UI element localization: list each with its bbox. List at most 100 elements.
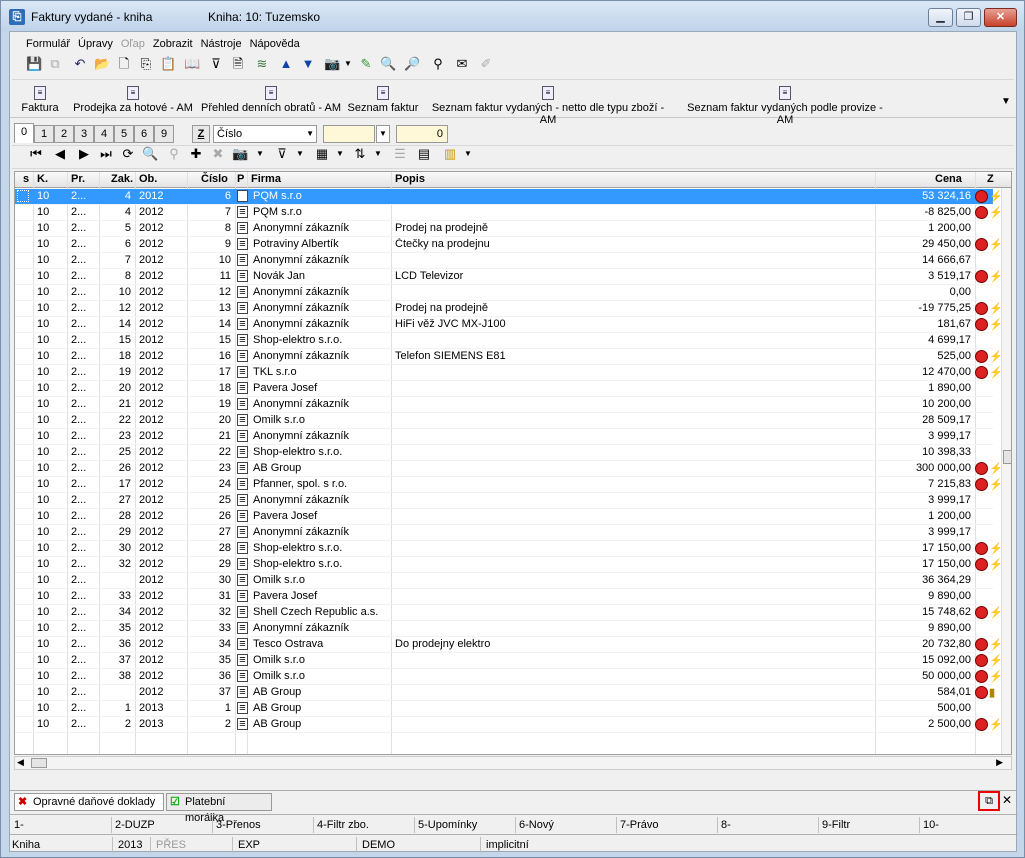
add-record-icon[interactable]: ✚ xyxy=(188,146,204,162)
col-z[interactable]: Z xyxy=(987,173,994,185)
tab-6[interactable]: 6 xyxy=(134,125,154,143)
col-cena[interactable]: Cena xyxy=(935,173,962,185)
filter-dropdown-button[interactable]: ▼ xyxy=(376,125,390,143)
table-row[interactable]: 10 2... 28 2012 26 ≡ Pavera Josef 1 200,00 xyxy=(15,509,993,525)
table-row[interactable]: 10 2... 22 2012 20 ≡ Omilk s.r.o 28 509,17 xyxy=(15,413,993,429)
col-ob[interactable]: Ob. xyxy=(139,173,157,185)
save-as-icon[interactable]: ⧉ xyxy=(47,56,63,72)
tab-5[interactable]: 5 xyxy=(114,125,134,143)
arrow-down-icon[interactable]: ▼ xyxy=(300,56,316,72)
table-row[interactable]: 10 2... 7 2012 10 ≡ Anonymní zákazník 14 666,67 xyxy=(15,253,993,269)
col-cislo[interactable]: Číslo xyxy=(201,173,228,185)
binoculars-icon[interactable]: ⚲ xyxy=(430,56,446,72)
stack-icon[interactable]: ≋ xyxy=(254,56,270,72)
vertical-scrollbar[interactable] xyxy=(1001,188,1011,754)
tab-3[interactable]: 3 xyxy=(74,125,94,143)
menu-item[interactable]: Zobrazit xyxy=(149,34,197,54)
sort-icon[interactable]: ⇅ xyxy=(352,146,368,162)
title-bar[interactable]: ⎘ Faktury vydané - kniha Kniha: 10: Tuze… xyxy=(1,1,1024,31)
copy-icon[interactable]: ⎘ xyxy=(138,56,154,72)
table-row[interactable]: 10 2... 1 2013 1 ≡ AB Group 500,00 xyxy=(15,701,993,717)
col-firma[interactable]: Firma xyxy=(251,173,281,185)
tab-9[interactable]: 9 xyxy=(154,125,174,143)
count-field[interactable]: 0 xyxy=(396,125,448,143)
refresh-icon[interactable]: ⟳ xyxy=(120,146,136,162)
col-zak[interactable]: Zak. xyxy=(111,173,133,185)
report-icon[interactable]: 🗎 xyxy=(230,56,246,72)
search-next-icon[interactable]: 🔎 xyxy=(404,56,420,72)
new-document-icon[interactable]: 🗋 xyxy=(116,56,132,72)
table-row[interactable]: 10 2... 30 2012 28 ≡ Shop-elektro s.r.o. 17 150… xyxy=(15,541,1003,557)
menu-item[interactable]: Úpravy xyxy=(74,34,117,54)
table-row[interactable]: 10 2... 4 2012 6 ≡ PQM s.r.o 53 324,16 ⚡ xyxy=(15,189,1003,205)
fkey-button[interactable]: 6-Nový xyxy=(519,819,554,831)
filter-icon[interactable]: ⊽ xyxy=(274,146,290,162)
fkey-button[interactable]: 2-DUZP xyxy=(115,819,155,831)
col-s[interactable]: s xyxy=(23,173,29,185)
fkey-button[interactable]: 7-Právo xyxy=(620,819,659,831)
table-row[interactable]: 10 2... 32 2012 29 ≡ Shop-elektro s.r.o. 17 150… xyxy=(15,557,1003,573)
table-row[interactable]: 10 2... 20 2012 18 ≡ Pavera Josef 1 890,00 xyxy=(15,381,993,397)
col-p[interactable]: P xyxy=(237,173,244,185)
col-pr[interactable]: Pr. xyxy=(71,173,85,185)
dropdown-arrow-icon[interactable]: ▼ xyxy=(252,146,268,162)
minimize-button[interactable]: ▁ xyxy=(928,8,953,27)
restore-panel-icon[interactable]: ⧉ xyxy=(978,791,1000,811)
table-row[interactable]: 10 2... 19 2012 17 ≡ TKL s.r.o 12 470,00 ⚡ xyxy=(15,365,1003,381)
fkey-button[interactable]: 8- xyxy=(721,819,731,831)
tab-4[interactable]: 4 xyxy=(94,125,114,143)
fkey-button[interactable]: 10- xyxy=(923,819,939,831)
report-button[interactable]: ≡ Prodejka za hotové - AM xyxy=(72,86,194,114)
table-row[interactable]: 10 2... 17 2012 24 ≡ Pfanner, spol. s r.o. 7 21… xyxy=(15,477,1003,493)
table-row[interactable]: 10 2... 8 2012 11 ≡ Novák Jan LCD Televizor 3 51… xyxy=(15,269,1003,285)
tab-platebni-moralka[interactable]: ☑ Platební morálka xyxy=(166,793,272,824)
filter-icon[interactable]: ⊽ xyxy=(208,56,224,72)
fkey-button[interactable]: 5-Upomínky xyxy=(418,819,477,831)
fkey-button[interactable]: 3-Přenos xyxy=(216,819,261,831)
table-row[interactable]: 10 2... 2012 37 ≡ AB Group 584,01 ▮ xyxy=(15,685,995,701)
import-icon[interactable]: ✎ xyxy=(358,56,374,72)
table-row[interactable]: 10 2... 18 2012 16 ≡ Anonymní zákazník Telefon … xyxy=(15,349,1003,365)
save-icon[interactable]: 💾 xyxy=(26,56,42,72)
tab-opravne-doklady[interactable]: ✖ Opravné daňové doklady xyxy=(14,793,164,811)
menu-item[interactable]: Nástroje xyxy=(197,34,246,54)
report-button[interactable]: ≡ Seznam faktur xyxy=(346,86,420,114)
table-row[interactable]: 10 2... 6 2012 9 ≡ Potraviny Albertík Čtečky na… xyxy=(15,237,1003,253)
table-row[interactable]: 10 2... 25 2012 22 ≡ Shop-elektro s.r.o. 10 398… xyxy=(15,445,993,461)
dropdown-arrow-icon[interactable]: ▼ xyxy=(332,146,348,162)
export-icon[interactable]: ▤ xyxy=(416,146,432,162)
table-row[interactable]: 10 2... 26 2012 23 ≡ AB Group 300 000,00 ⚡ xyxy=(15,461,1003,477)
table-row[interactable]: 10 2... 2012 30 ≡ Omilk s.r.o 36 364,29 xyxy=(15,573,993,589)
table-row[interactable]: 10 2... 35 2012 33 ≡ Anonymní zákazník 9 890,00 xyxy=(15,621,993,637)
reports-overflow-icon[interactable]: ▼ xyxy=(998,94,1014,110)
hscroll-thumb[interactable] xyxy=(31,758,47,768)
close-button[interactable]: ✕ xyxy=(984,8,1017,27)
invoice-grid[interactable]: s K. Pr. Zak. Ob. Číslo P Firma Popis Ce… xyxy=(14,171,1012,755)
first-record-icon[interactable]: ⏮ xyxy=(28,146,44,162)
table-row[interactable]: 10 2... 38 2012 36 ≡ Omilk s.r.o 50 000,00 ⚡ xyxy=(15,669,1003,685)
dropdown-arrow-icon[interactable]: ▼ xyxy=(370,146,386,162)
table-row[interactable]: 10 2... 2 2013 2 ≡ AB Group 2 500,00 ⚡ xyxy=(15,717,1003,733)
last-record-icon[interactable]: ⏭ xyxy=(98,146,114,162)
table-row[interactable]: 10 2... 27 2012 25 ≡ Anonymní zákazník 3 999,17 xyxy=(15,493,993,509)
fkey-button[interactable]: 1- xyxy=(14,819,24,831)
previous-record-icon[interactable]: ◀ xyxy=(52,146,68,162)
scroll-thumb[interactable] xyxy=(1003,450,1011,464)
book-icon[interactable]: 📖 xyxy=(184,56,200,72)
filter-input[interactable] xyxy=(323,125,375,143)
undo-icon[interactable]: ↶ xyxy=(72,56,88,72)
fkey-button[interactable]: 9-Filtr xyxy=(822,819,850,831)
dropdown-arrow-icon[interactable]: ▼ xyxy=(340,56,356,72)
close-panel-icon[interactable]: ✕ xyxy=(1002,793,1012,807)
horizontal-scrollbar[interactable]: ◀ ▶ xyxy=(14,756,1012,770)
table-row[interactable]: 10 2... 37 2012 35 ≡ Omilk s.r.o 15 092,00 ⚡ xyxy=(15,653,1003,669)
search-icon[interactable]: 🔍 xyxy=(380,56,396,72)
paste-icon[interactable]: 📋 xyxy=(160,56,176,72)
table-row[interactable]: 10 2... 36 2012 34 ≡ Tesco Ostrava Do prodejny … xyxy=(15,637,1003,653)
col-k[interactable]: K. xyxy=(37,173,48,185)
tab-0[interactable]: 0 xyxy=(14,123,34,143)
maximize-button[interactable]: ❐ xyxy=(956,8,981,27)
tab-2[interactable]: 2 xyxy=(54,125,74,143)
fkey-button[interactable]: 4-Filtr zbo. xyxy=(317,819,369,831)
sort-field-select[interactable]: Číslo ▼ xyxy=(213,125,317,143)
